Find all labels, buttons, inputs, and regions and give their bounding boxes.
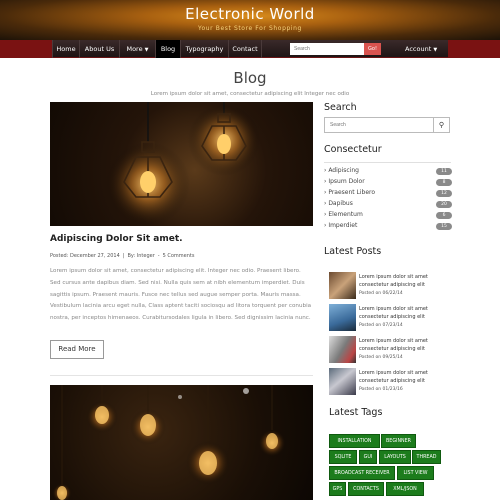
chevron-down-icon: ▼ (144, 47, 149, 53)
category-item[interactable]: › Elementum 6 (324, 211, 452, 222)
tag-button[interactable]: XML/JSON (386, 482, 424, 496)
nav-item-typography[interactable]: Typography (180, 40, 228, 58)
page-title: Blog (233, 69, 267, 87)
category-count-badge: 20 (436, 201, 452, 208)
latest-post-item[interactable]: Lorem ipsum dolor sit amet consectetur a… (329, 368, 449, 396)
search-icon: ⚲ (438, 121, 445, 129)
nav-search-input[interactable] (290, 43, 364, 55)
category-item[interactable]: › Praesent Libero 12 (324, 189, 452, 200)
post-author[interactable]: By: Integer (127, 253, 154, 259)
post-comments-link[interactable]: 5 Comments (163, 253, 195, 259)
post-divider (50, 375, 313, 376)
category-count-badge: 6 (436, 212, 452, 219)
post-meta: Posted: December 27, 2014 | By: Integer -5 … (50, 253, 195, 259)
latest-post-text: Lorem ipsum dolor sit amet consectetur a… (359, 274, 428, 288)
site-title[interactable]: Electronic World (0, 5, 500, 23)
hanging-bulbs-illustration (52, 385, 286, 500)
tag-button[interactable]: GPS (329, 482, 346, 496)
nav-item-blog[interactable]: Blog (155, 40, 180, 58)
latest-post-text: Lorem ipsum dolor sit amet consectetur a… (359, 338, 428, 352)
category-count-badge: 11 (436, 168, 452, 175)
category-item[interactable]: › Dapibus 20 (324, 200, 452, 211)
tag-button[interactable]: SQLITE (329, 450, 357, 464)
categories-divider (324, 162, 451, 163)
chevron-down-icon: ▼ (433, 47, 438, 53)
sidebar-search-input[interactable] (324, 117, 434, 133)
page-subtitle: Lorem ipsum dolor sit amet, consectetur … (150, 91, 350, 97)
latest-post-date: Posted on 09/25/14 (359, 355, 403, 360)
post-image-bulbs[interactable] (50, 385, 313, 500)
category-label: Praesent Libero (328, 189, 376, 196)
categories-widget-title: Consectetur (324, 144, 382, 155)
site-tagline: Your Best Store For Shopping (198, 25, 302, 32)
nav-item-about-us[interactable]: About Us (79, 40, 119, 58)
latest-post-text: Lorem ipsum dolor sit amet consectetur a… (359, 306, 428, 320)
latest-post-thumbnail (329, 272, 356, 299)
latest-post-date: Posted on 07/23/14 (359, 323, 403, 328)
post-image-lamps[interactable] (50, 102, 313, 226)
post-title[interactable]: Adipiscing Dolor Sit amet. (50, 234, 183, 244)
tag-button[interactable]: BEGINNER (381, 434, 416, 448)
pendant-lamps-illustration (106, 102, 260, 226)
category-item[interactable]: › Imperdiet 15 (324, 222, 452, 233)
nav-accent-right (448, 40, 500, 58)
nav-label-blog: Blog (160, 45, 176, 53)
nav-label-home: Home (56, 45, 76, 53)
latest-post-item[interactable]: Lorem ipsum dolor sit amet consectetur a… (329, 336, 449, 364)
category-label: Ipsum Dolor (328, 178, 365, 185)
category-count-badge: 8 (436, 179, 452, 186)
latest-post-item[interactable]: Lorem ipsum dolor sit amet consectetur a… (329, 304, 449, 332)
latest-post-thumbnail (329, 304, 356, 331)
category-count-badge: 12 (436, 190, 452, 197)
nav-search-go-button[interactable]: Go! (364, 43, 381, 55)
nav-label-contact: Contact (232, 45, 258, 53)
search-widget-title: Search (324, 102, 357, 113)
nav-item-home[interactable]: Home (52, 40, 79, 58)
nav-label-typography: Typography (185, 45, 224, 53)
latest-tags-widget-title: Latest Tags (329, 407, 383, 418)
tag-button[interactable]: INSTALLATION (329, 434, 380, 448)
nav-item-more[interactable]: More ▼ (119, 40, 155, 58)
tag-button[interactable]: BROADCAST RECEIVER (329, 466, 395, 480)
tag-button[interactable]: THREAD (412, 450, 441, 464)
latest-posts-widget-title: Latest Posts (324, 246, 382, 257)
sidebar-search-button[interactable]: ⚲ (434, 117, 450, 133)
category-count-badge: 15 (436, 223, 452, 230)
category-label: Elementum (328, 211, 363, 218)
latest-post-thumbnail (329, 368, 356, 395)
read-more-button[interactable]: Read More (50, 340, 104, 359)
tag-button[interactable]: GUI (359, 450, 377, 464)
nav-item-contact[interactable]: Contact (228, 40, 262, 58)
nav-label-about-us: About Us (84, 45, 115, 53)
category-label: Adipiscing (328, 167, 359, 174)
account-label: Account (405, 45, 432, 53)
post-date: Posted: December 27, 2014 (50, 253, 120, 259)
category-item[interactable]: › Adipiscing 11 (324, 167, 452, 178)
post-excerpt: Lorem ipsum dolor sit amet, consectetur … (50, 268, 312, 322)
category-label: Imperdiet (328, 222, 358, 229)
latest-post-thumbnail (329, 336, 356, 363)
nav-accent-left (0, 40, 52, 58)
category-item[interactable]: › Ipsum Dolor 8 (324, 178, 452, 189)
nav-label-more: More (126, 45, 143, 53)
tag-button[interactable]: LAYOUTS (379, 450, 411, 464)
latest-post-text: Lorem ipsum dolor sit amet consectetur a… (359, 370, 428, 384)
latest-post-date: Posted on 01/23/16 (359, 387, 403, 392)
tag-button[interactable]: LIST VIEW (397, 466, 434, 480)
account-menu[interactable]: Account ▼ (405, 40, 437, 58)
latest-post-date: Posted on 06/22/14 (359, 291, 403, 296)
category-label: Dapibus (328, 200, 353, 207)
latest-post-item[interactable]: Lorem ipsum dolor sit amet consectetur a… (329, 272, 449, 300)
tag-button[interactable]: CONTACTS (348, 482, 384, 496)
